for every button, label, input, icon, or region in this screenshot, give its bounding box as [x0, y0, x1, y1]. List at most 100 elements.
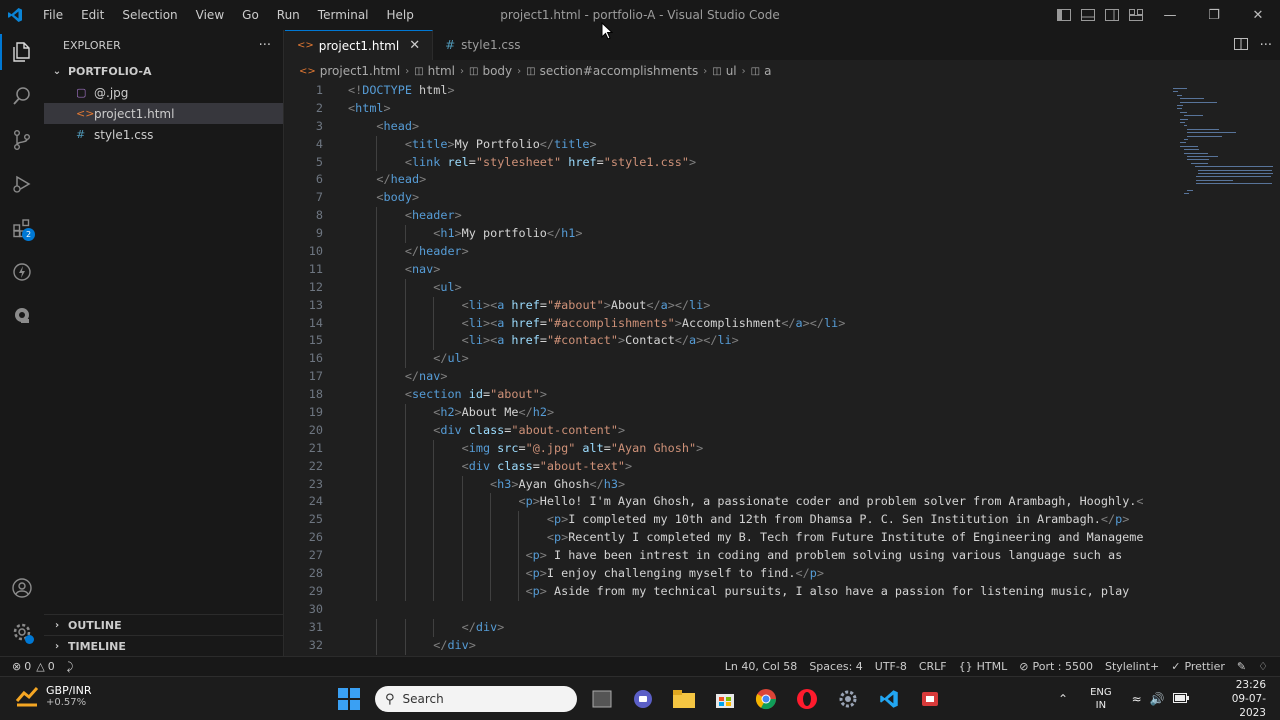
code-line[interactable]: 4 <title>My Portfolio</title> — [285, 135, 1165, 154]
code-line[interactable]: 27 <p> I have been intrest in coding and… — [285, 547, 1165, 566]
volume-icon[interactable]: 🔊 — [1150, 692, 1165, 706]
manage-gear-icon[interactable] — [0, 610, 44, 654]
code-line[interactable]: 29 <p> Aside from my technical pursuits,… — [285, 582, 1165, 601]
language-mode[interactable]: {} HTML — [953, 657, 1014, 677]
live-server-port[interactable]: ⊘ Port : 5500 — [1013, 657, 1099, 677]
code-line[interactable]: 32 </div> — [285, 636, 1165, 655]
extensions-icon[interactable]: 2 — [0, 206, 44, 250]
feedback-icon[interactable]: ✎ — [1231, 657, 1252, 677]
maximize-icon[interactable]: ❐ — [1192, 0, 1236, 30]
toggle-secondary-sidebar-icon[interactable] — [1100, 0, 1124, 30]
code-line[interactable]: 7 <body> — [285, 189, 1165, 207]
live-share-status-icon[interactable]: ⤸ — [61, 657, 80, 677]
breadcrumb-section[interactable]: ◫ section#accomplishments — [526, 64, 698, 78]
timeline-section[interactable]: › TIMELINE — [44, 635, 284, 656]
code-line[interactable]: 6 </head> — [285, 171, 1165, 189]
code-line[interactable]: 12 <ul> — [285, 278, 1165, 297]
minimize-icon[interactable]: — — [1148, 0, 1192, 30]
code-line[interactable]: 15 <li><a href="#contact">Contact</a></l… — [285, 332, 1165, 351]
stylelint-status[interactable]: Stylelint+ — [1099, 657, 1165, 677]
market-widget[interactable]: GBP/INR +0.57% — [14, 683, 92, 709]
code-line[interactable]: 30 — [285, 601, 1165, 619]
start-menu-icon[interactable] — [333, 683, 365, 715]
line-ending[interactable]: CRLF — [913, 657, 953, 677]
file-item-jpg[interactable]: ▢ @.jpg — [44, 82, 283, 103]
encoding[interactable]: UTF-8 — [869, 657, 913, 677]
menu-view[interactable]: View — [187, 0, 233, 30]
tab-style1-css[interactable]: # style1.css — [433, 30, 532, 60]
code-line[interactable]: 18 <section id="about"> — [285, 386, 1165, 405]
source-control-icon[interactable] — [0, 118, 44, 162]
more-actions-icon[interactable]: ··· — [1260, 38, 1272, 53]
search-icon[interactable] — [0, 74, 44, 118]
code-line[interactable]: 13 <li><a href="#about">About</a></li> — [285, 296, 1165, 315]
code-line[interactable]: 17 </nav> — [285, 368, 1165, 387]
accounts-icon[interactable] — [0, 566, 44, 610]
code-line[interactable]: 8 <header> — [285, 207, 1165, 226]
code-line[interactable]: 21 <img src="@.jpg" alt="Ayan Ghosh"> — [285, 439, 1165, 458]
outline-section[interactable]: › OUTLINE — [44, 614, 284, 635]
settings-app-icon[interactable] — [832, 683, 864, 715]
split-editor-icon[interactable] — [1233, 37, 1248, 53]
file-explorer-icon[interactable] — [668, 683, 700, 715]
screen-recorder-icon[interactable] — [914, 683, 946, 715]
breadcrumb-ul[interactable]: ◫ ul — [712, 64, 736, 78]
code-line[interactable]: 20 <div class="about-content"> — [285, 421, 1165, 440]
menu-go[interactable]: Go — [233, 0, 268, 30]
close-tab-icon[interactable]: ✕ — [409, 38, 420, 53]
menu-selection[interactable]: Selection — [113, 0, 186, 30]
toggle-panel-icon[interactable] — [1076, 0, 1100, 30]
close-window-icon[interactable]: ✕ — [1236, 0, 1280, 30]
more-actions-icon[interactable]: ··· — [259, 38, 271, 53]
language-indicator[interactable]: ENG IN — [1090, 686, 1112, 712]
file-item-css[interactable]: # style1.css — [44, 124, 283, 145]
code-line[interactable]: 11 <nav> — [285, 260, 1165, 279]
code-line[interactable]: 24 <p>Hello! I'm Ayan Ghosh, a passionat… — [285, 493, 1165, 512]
code-editor[interactable]: 1 <!DOCTYPE html> 2 <html> 3 <head> 4 <title>… — [285, 82, 1165, 656]
code-line[interactable]: 22 <div class="about-text"> — [285, 457, 1165, 476]
teams-chat-icon[interactable] — [627, 683, 659, 715]
breadcrumb-html[interactable]: ◫ html — [414, 64, 455, 78]
code-line[interactable]: 26 <p>Recently I completed my B. Tech fr… — [285, 529, 1165, 548]
code-line[interactable]: 31 </div> — [285, 618, 1165, 637]
run-debug-icon[interactable] — [0, 162, 44, 206]
clock[interactable]: 23:26 09-07-2023 — [1209, 678, 1266, 720]
workspace-folder[interactable]: ⌄ PORTFOLIO-A — [44, 60, 283, 82]
code-line[interactable]: 14 <li><a href="#accomplishments">Accomp… — [285, 314, 1165, 333]
breadcrumb-a[interactable]: ◫ a — [751, 64, 772, 78]
wifi-icon[interactable]: ≈ — [1132, 692, 1142, 706]
code-line[interactable]: 25 <p>I completed my 10th and 12th from … — [285, 511, 1165, 530]
live-share-icon[interactable] — [0, 294, 44, 338]
chrome-icon[interactable] — [750, 683, 782, 715]
customize-layout-icon[interactable] — [1124, 0, 1148, 30]
taskbar-search[interactable]: ⚲ Search — [375, 686, 577, 712]
vscode-taskbar-icon[interactable] — [873, 683, 905, 715]
cursor-position[interactable]: Ln 40, Col 58 — [719, 657, 804, 677]
code-line[interactable]: 2 <html> — [285, 100, 1165, 118]
menu-help[interactable]: Help — [378, 0, 423, 30]
toggle-primary-sidebar-icon[interactable] — [1052, 0, 1076, 30]
prettier-status[interactable]: ✓ Prettier — [1165, 657, 1231, 677]
indentation[interactable]: Spaces: 4 — [803, 657, 868, 677]
battery-icon[interactable] — [1172, 692, 1189, 706]
code-line[interactable]: 16 </ul> — [285, 350, 1165, 369]
chevron-up-icon[interactable]: ⌃ — [1058, 692, 1068, 706]
store-icon[interactable] — [709, 683, 741, 715]
problems-status[interactable]: ⊗ 0 △ 0 — [0, 657, 61, 677]
remote-explorer-icon[interactable] — [0, 250, 44, 294]
code-line[interactable]: 19 <h2>About Me</h2> — [285, 404, 1165, 422]
opera-icon[interactable] — [791, 683, 823, 715]
breadcrumb-body[interactable]: ◫ body — [469, 64, 512, 78]
code-line[interactable]: 10 </header> — [285, 243, 1165, 261]
explorer-icon[interactable] — [0, 30, 44, 74]
file-item-html[interactable]: <> project1.html — [44, 103, 283, 124]
menu-run[interactable]: Run — [268, 0, 309, 30]
code-line[interactable]: 23 <h3>Ayan Ghosh</h3> — [285, 475, 1165, 494]
menu-file[interactable]: File — [34, 0, 72, 30]
minimap[interactable] — [1165, 82, 1280, 656]
code-line[interactable]: 5 <link rel="stylesheet" href="style1.cs… — [285, 153, 1165, 172]
code-line[interactable]: 9 <h1>My portfolio</h1> — [285, 225, 1165, 244]
code-line[interactable]: 3 <head> — [285, 118, 1165, 136]
menu-terminal[interactable]: Terminal — [309, 0, 378, 30]
notifications-bell-icon[interactable]: ♢ — [1252, 657, 1280, 677]
